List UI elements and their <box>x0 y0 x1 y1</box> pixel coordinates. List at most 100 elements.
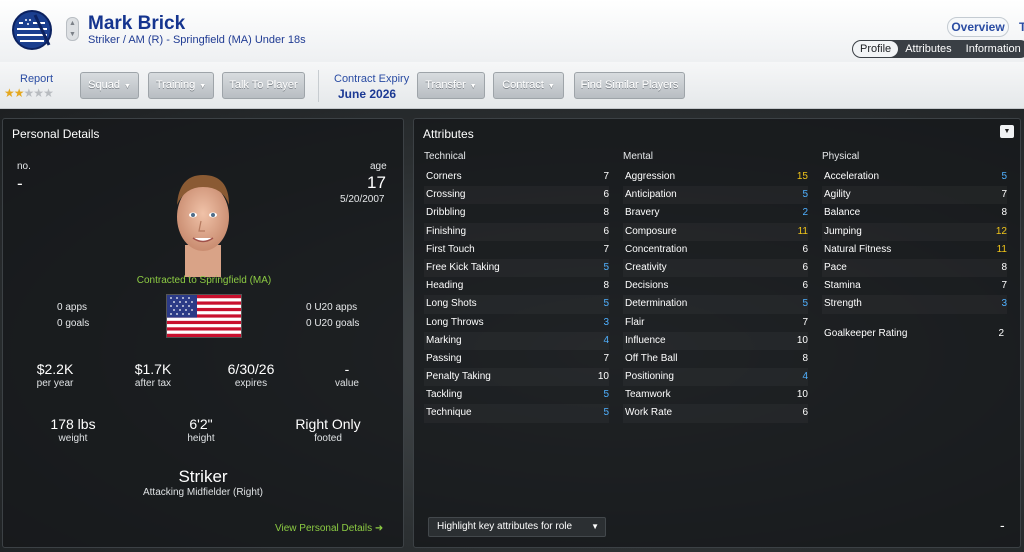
attribute-name: Strength <box>824 298 862 310</box>
u20-goals-count: 0 U20 goals <box>306 318 360 329</box>
attribute-row[interactable]: Natural Fitness 11 <box>822 241 1007 259</box>
attribute-row[interactable]: Tackling 5 <box>424 386 609 404</box>
attribute-name: Acceleration <box>824 171 880 182</box>
attribute-row[interactable]: Bravery 2 <box>623 204 808 222</box>
attribute-name: Corners <box>426 171 462 182</box>
attribute-row[interactable]: Passing 7 <box>424 350 609 368</box>
attribute-row[interactable]: Off The Ball 8 <box>623 350 808 368</box>
expires-value: 6/30/26 <box>227 361 275 377</box>
attribute-row[interactable]: Crossing 6 <box>424 186 609 204</box>
caret-down-icon: ▼ <box>1003 128 1011 135</box>
footed-label: footed <box>314 433 342 444</box>
attribute-row[interactable]: Long Throws 3 <box>424 314 609 332</box>
attribute-value: 7 <box>802 316 808 328</box>
attribute-row[interactable]: Composure 11 <box>623 223 808 241</box>
panel-menu-button[interactable]: ▼ <box>1000 125 1014 138</box>
attribute-row[interactable]: Corners 7 <box>424 168 609 186</box>
tab-overview[interactable]: Overview <box>947 17 1009 37</box>
attribute-row[interactable]: Decisions 6 <box>623 277 808 295</box>
attribute-value: 8 <box>802 352 808 364</box>
player-name: Mark Brick <box>88 13 186 34</box>
attribute-row[interactable]: Creativity 6 <box>623 259 808 277</box>
attribute-row[interactable]: Work Rate 6 <box>623 404 808 422</box>
attribute-name: Work Rate <box>625 407 673 419</box>
attribute-row[interactable]: Strength 3 <box>822 295 1007 313</box>
height-label: height <box>187 433 215 444</box>
contract-label: Contract <box>502 79 544 91</box>
subtab-attributes[interactable]: Attributes <box>898 41 958 57</box>
usa-flag-icon[interactable] <box>166 294 242 338</box>
squad-button[interactable]: Squad ▼ <box>80 72 139 99</box>
attribute-row[interactable]: Pace 8 <box>822 259 1007 277</box>
height-value: 6'2" <box>189 416 213 432</box>
highlight-role-label: Highlight key attributes for role <box>437 521 573 532</box>
transfer-button[interactable]: Transfer ▼ <box>417 72 485 99</box>
report-label[interactable]: Report <box>20 73 53 85</box>
attribute-name: Passing <box>426 352 462 364</box>
attribute-row[interactable]: Free Kick Taking 5 <box>424 259 609 277</box>
contract-expiry-label: Contract Expiry <box>334 73 410 85</box>
attribute-name: Natural Fitness <box>824 243 892 255</box>
subtab-profile[interactable]: Profile <box>853 41 899 57</box>
highlight-role-select[interactable]: Highlight key attributes for role ▼ <box>428 517 606 537</box>
contract-button[interactable]: Contract ▼ <box>493 72 564 99</box>
attribute-row[interactable]: Flair 7 <box>623 314 808 332</box>
view-personal-details-link[interactable]: View Personal Details ➜ <box>275 523 383 534</box>
club-crest-icon[interactable] <box>11 9 53 51</box>
attribute-value: 6 <box>802 261 808 273</box>
goalkeeper-rating-row[interactable]: Goalkeeper Rating 2 <box>824 325 1004 343</box>
attribute-row[interactable]: Aggression 15 <box>623 168 808 186</box>
attribute-name: Creativity <box>625 261 667 273</box>
attribute-row[interactable]: Balance 8 <box>822 204 1007 222</box>
attribute-row[interactable]: Heading 8 <box>424 277 609 295</box>
technical-title: Technical <box>424 151 466 162</box>
apps-count: 0 apps <box>57 302 88 313</box>
caret-down-icon: ▼ <box>199 83 207 90</box>
squad-number-value: - <box>17 174 23 193</box>
training-button[interactable]: Training ▼ <box>148 72 214 99</box>
attribute-row[interactable]: Dribbling 8 <box>424 204 609 222</box>
attribute-value: 10 <box>597 371 609 383</box>
chevron-up-icon[interactable]: ▲ <box>67 18 78 29</box>
position-title: Striker <box>178 467 228 486</box>
attribute-value: 5 <box>603 298 609 310</box>
attribute-row[interactable]: Concentration 6 <box>623 241 808 259</box>
subtab-information[interactable]: Information <box>959 41 1024 57</box>
attribute-row[interactable]: Technique 5 <box>424 404 609 422</box>
attribute-row[interactable]: Teamwork 10 <box>623 386 808 404</box>
contracted-to-link[interactable]: Contracted to Springfield (MA) <box>3 275 405 286</box>
tab-overflow[interactable]: T <box>1019 20 1024 34</box>
find-similar-players-button[interactable]: Find Similar Players <box>574 72 685 99</box>
mental-title: Mental <box>623 151 654 162</box>
attribute-value: 7 <box>603 243 609 255</box>
attribute-row[interactable]: Jumping 12 <box>822 223 1007 241</box>
attribute-value: 7 <box>603 171 609 182</box>
attribute-value: 11 <box>797 225 808 237</box>
attribute-row[interactable]: First Touch 7 <box>424 241 609 259</box>
player-header: ▲ ▼ Mark Brick Striker / AM (R) - Spring… <box>0 0 1024 62</box>
chevron-down-icon[interactable]: ▼ <box>67 29 78 40</box>
attribute-value: 5 <box>802 189 808 201</box>
attribute-value: 8 <box>1001 207 1007 219</box>
attribute-row[interactable]: Positioning 4 <box>623 368 808 386</box>
attribute-row[interactable]: Determination 5 <box>623 295 808 313</box>
attribute-row[interactable]: Long Shots 5 <box>424 295 609 313</box>
attribute-name: Balance <box>824 207 861 219</box>
player-nav-stepper[interactable]: ▲ ▼ <box>66 17 79 41</box>
toolbar: Report ★★★★★ Squad ▼ Training ▼ Talk To Pl… <box>0 62 1024 109</box>
report-stars[interactable]: ★★★★★ <box>4 86 54 100</box>
age-value: 17 <box>367 173 386 192</box>
attribute-row[interactable]: Agility 7 <box>822 186 1007 204</box>
caret-down-icon: ▼ <box>547 83 555 90</box>
wage-label: per year <box>36 378 74 389</box>
attribute-row[interactable]: Finishing 6 <box>424 223 609 241</box>
attribute-row[interactable]: Acceleration 5 <box>822 168 1007 186</box>
attribute-row[interactable]: Penalty Taking 10 <box>424 368 609 386</box>
talk-to-player-button[interactable]: Talk To Player <box>222 72 305 99</box>
attribute-row[interactable]: Stamina 7 <box>822 277 1007 295</box>
attribute-row[interactable]: Anticipation 5 <box>623 186 808 204</box>
attribute-row[interactable]: Influence 10 <box>623 332 808 350</box>
attribute-row[interactable]: Marking 4 <box>424 332 609 350</box>
star-icon: ★ <box>13 86 25 100</box>
physical-column: Physical Acceleration 5 Agility 7 Balance 8 Ju… <box>822 151 1007 314</box>
